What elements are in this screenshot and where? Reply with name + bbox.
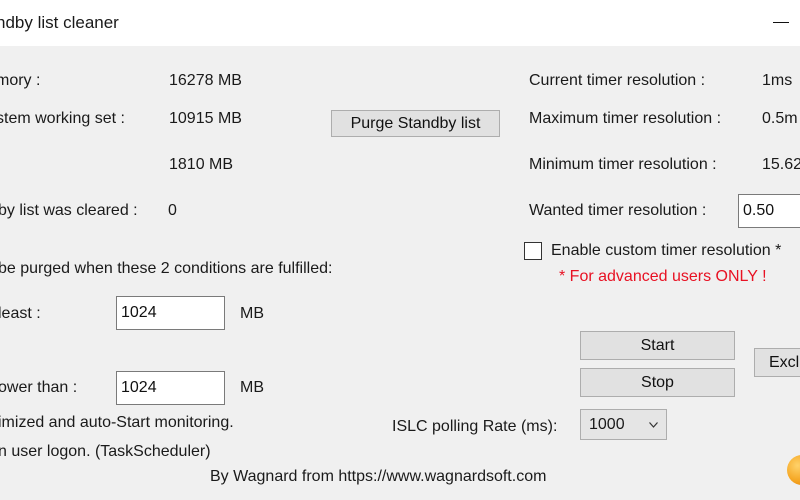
lower-than-label: ower than : bbox=[0, 379, 78, 396]
lower-than-input[interactable] bbox=[116, 371, 225, 405]
app-logo-icon bbox=[787, 455, 800, 485]
polling-rate-value: 1000 bbox=[589, 416, 625, 433]
cleared-count-value: 0 bbox=[168, 202, 177, 219]
footer-credit: By Wagnard from https://www.wagnardsoft.… bbox=[210, 468, 547, 485]
advanced-warning: * For advanced users ONLY ! bbox=[559, 268, 767, 285]
min-timer-value: 15.62 bbox=[762, 156, 800, 173]
window-title: ndby list cleaner bbox=[0, 13, 119, 32]
title-bar: ndby list cleaner bbox=[0, 0, 800, 46]
least-unit: MB bbox=[240, 305, 264, 322]
chevron-down-icon bbox=[649, 422, 658, 428]
custom-timer-label: Enable custom timer resolution * bbox=[551, 242, 782, 259]
auto-start-text: imized and auto-Start monitoring. bbox=[0, 414, 234, 431]
current-timer-label: Current timer resolution : bbox=[529, 72, 706, 89]
wanted-timer-label: Wanted timer resolution : bbox=[529, 202, 707, 219]
conditions-heading: be purged when these 2 conditions are fu… bbox=[0, 260, 333, 277]
purge-standby-button[interactable]: Purge Standby list bbox=[331, 110, 500, 137]
logon-text: n user logon. (TaskScheduler) bbox=[0, 443, 211, 460]
least-label: least : bbox=[0, 305, 41, 322]
total-memory-value: 16278 MB bbox=[169, 72, 242, 89]
working-set-value: 10915 MB bbox=[169, 110, 242, 127]
lower-than-unit: MB bbox=[240, 379, 264, 396]
current-timer-value: 1ms bbox=[762, 72, 793, 89]
min-timer-label: Minimum timer resolution : bbox=[529, 156, 717, 173]
max-timer-label: Maximum timer resolution : bbox=[529, 110, 722, 127]
stop-button[interactable]: Stop bbox=[580, 368, 735, 397]
free-memory-value: 1810 MB bbox=[169, 156, 234, 173]
custom-timer-checkbox[interactable] bbox=[524, 242, 542, 260]
cleared-count-label: by list was cleared : bbox=[0, 202, 138, 219]
working-set-label: stem working set : bbox=[0, 110, 125, 127]
wanted-timer-input[interactable] bbox=[738, 194, 800, 228]
polling-rate-label: ISLC polling Rate (ms): bbox=[392, 418, 558, 435]
max-timer-value: 0.5m bbox=[762, 110, 798, 127]
start-button[interactable]: Start bbox=[580, 331, 735, 360]
minimize-button[interactable] bbox=[773, 22, 789, 23]
exclusions-button[interactable]: Exclu bbox=[754, 348, 800, 377]
least-input[interactable] bbox=[116, 296, 225, 330]
polling-rate-select[interactable]: 1000 bbox=[580, 409, 667, 440]
total-memory-label: mory : bbox=[0, 72, 41, 89]
